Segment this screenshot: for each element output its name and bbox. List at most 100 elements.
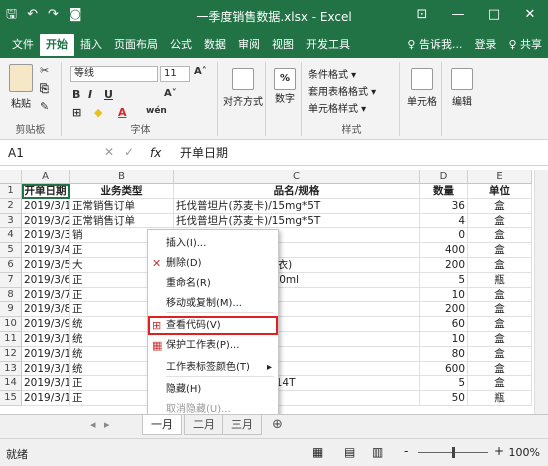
number-button[interactable]: % 数字	[270, 68, 300, 105]
table-cell[interactable]: 10	[420, 287, 468, 303]
table-cell[interactable]: 2019/3/13	[22, 376, 70, 392]
row-header[interactable]: 7	[0, 272, 22, 288]
table-cell[interactable]: 2019/3/5	[22, 258, 70, 273]
cancel-icon[interactable]: ✕	[104, 145, 114, 159]
page-break-icon[interactable]: ▥	[372, 445, 383, 459]
table-cell[interactable]: 瓶	[468, 272, 532, 288]
table-cell[interactable]: 2019/3/8	[22, 302, 70, 318]
zoom-in-button[interactable]: +	[494, 444, 504, 458]
tab-7[interactable]: 视图	[266, 34, 300, 56]
select-all-corner[interactable]	[0, 170, 22, 184]
table-cell[interactable]: 2019/3/7	[22, 287, 70, 303]
column-header-e[interactable]: E	[468, 170, 532, 184]
cell-style-button[interactable]: 单元格样式 ▾	[308, 100, 366, 115]
header-cell[interactable]: 单位	[468, 184, 532, 199]
table-cell[interactable]: 盒	[468, 243, 532, 258]
table-cell[interactable]: 盒	[468, 198, 532, 214]
column-header-b[interactable]: B	[70, 170, 174, 184]
table-cell[interactable]: 2019/3/1	[22, 198, 70, 214]
context-menu-item-1[interactable]: ✕ 删除(D)	[148, 254, 278, 273]
table-cell[interactable]: 盒	[468, 376, 532, 392]
table-cell[interactable]: 盒	[468, 228, 532, 244]
table-cell[interactable]: 盒	[468, 258, 532, 273]
format-painter-icon[interactable]: ✎	[40, 100, 49, 113]
font-color-icon[interactable]: A	[118, 106, 127, 119]
conditional-format-button[interactable]: 条件格式 ▾	[308, 66, 356, 81]
row-header[interactable]: 4	[0, 228, 22, 244]
sheet-tab-february[interactable]: 二月	[184, 415, 224, 435]
table-cell[interactable]: 盒	[468, 332, 532, 347]
table-cell[interactable]: 正常销售订单	[70, 213, 174, 229]
add-sheet-icon[interactable]: ⊕	[272, 417, 283, 432]
row-header[interactable]: 8	[0, 287, 22, 303]
function-icon[interactable]: fx	[150, 144, 161, 162]
context-menu-item-5[interactable]: ▦ 保护工作表(P)...	[148, 336, 278, 355]
table-cell[interactable]: 60	[420, 317, 468, 332]
table-cell[interactable]: 600	[420, 361, 468, 377]
header-cell[interactable]: 数量	[420, 184, 468, 199]
table-cell[interactable]: 托伐普坦片(苏麦卡)/15mg*5T	[174, 198, 420, 214]
table-cell[interactable]: 2019/3/3	[22, 228, 70, 244]
cells-button[interactable]: 单元格	[404, 68, 440, 108]
table-cell[interactable]: 2019/3/12	[22, 361, 70, 377]
formula-input[interactable]: 开单日期	[180, 144, 228, 162]
table-cell[interactable]: 正常销售订单	[70, 198, 174, 214]
header-cell[interactable]: 品名/规格	[174, 184, 420, 199]
scroll-left-icon[interactable]: ◂	[90, 418, 96, 431]
table-cell[interactable]: 200	[420, 302, 468, 318]
tab-11[interactable]: ♀ 共享	[502, 34, 548, 56]
header-cell[interactable]: 业务类型	[70, 184, 174, 199]
row-header[interactable]: 11	[0, 332, 22, 347]
context-menu-item-2[interactable]: 重命名(R)	[148, 274, 278, 293]
table-cell[interactable]: 盒	[468, 302, 532, 318]
row-header[interactable]: 14	[0, 376, 22, 392]
paste-button[interactable]: 粘贴	[6, 64, 36, 110]
name-box[interactable]: A1	[4, 144, 92, 162]
font-name-box[interactable]: 等线	[70, 66, 158, 82]
tab-8[interactable]: 开发工具	[300, 34, 356, 56]
close-button[interactable]: ✕	[512, 0, 548, 32]
zoom-slider-thumb[interactable]	[452, 447, 455, 458]
row-header[interactable]: 6	[0, 258, 22, 273]
tab-4[interactable]: 公式	[164, 34, 198, 56]
context-menu-item-0[interactable]: 插入(I)...	[148, 234, 278, 253]
table-cell[interactable]: 200	[420, 258, 468, 273]
table-cell[interactable]: 80	[420, 346, 468, 362]
row-header[interactable]: 13	[0, 361, 22, 377]
row-header[interactable]: 12	[0, 346, 22, 362]
table-cell[interactable]: 2019/3/2	[22, 213, 70, 229]
table-cell[interactable]: 2019/3/6	[22, 272, 70, 288]
table-cell[interactable]: 2019/3/10	[22, 332, 70, 347]
zoom-level[interactable]: 100%	[509, 446, 540, 459]
column-header-c[interactable]: C	[174, 170, 420, 184]
tab-5[interactable]: 数据	[198, 34, 232, 56]
table-cell[interactable]: 2019/3/4	[22, 243, 70, 258]
row-header[interactable]: 1	[0, 184, 22, 199]
row-header[interactable]: 5	[0, 243, 22, 258]
bold-button[interactable]: B	[72, 88, 80, 101]
row-header[interactable]: 9	[0, 302, 22, 318]
underline-button[interactable]: U	[104, 88, 113, 101]
sheet-tab-march[interactable]: 三月	[222, 415, 262, 435]
tab-10[interactable]: 登录	[468, 34, 502, 56]
table-cell[interactable]: 5	[420, 376, 468, 392]
table-cell[interactable]: 5	[420, 272, 468, 288]
table-cell[interactable]: 50	[420, 391, 468, 406]
scroll-right-icon[interactable]: ▸	[104, 418, 110, 431]
tab-6[interactable]: 审阅	[232, 34, 266, 56]
zoom-out-button[interactable]: -	[404, 444, 408, 458]
table-cell[interactable]: 盒	[468, 213, 532, 229]
table-cell[interactable]: 2019/3/9	[22, 317, 70, 332]
table-cell[interactable]: 盒	[468, 287, 532, 303]
editing-button[interactable]: 编辑	[446, 68, 478, 108]
row-header[interactable]: 2	[0, 198, 22, 214]
column-header-d[interactable]: D	[420, 170, 468, 184]
fill-color-icon[interactable]: ◆	[94, 106, 102, 119]
table-format-button[interactable]: 套用表格格式 ▾	[308, 83, 376, 98]
minimize-button[interactable]: —	[440, 0, 476, 32]
table-cell[interactable]: 托伐普坦片(苏麦卡)/15mg*5T	[174, 213, 420, 229]
table-cell[interactable]: 盒	[468, 317, 532, 332]
confirm-icon[interactable]: ✓	[124, 145, 134, 159]
table-cell[interactable]: 4	[420, 213, 468, 229]
row-header[interactable]: 15	[0, 391, 22, 406]
